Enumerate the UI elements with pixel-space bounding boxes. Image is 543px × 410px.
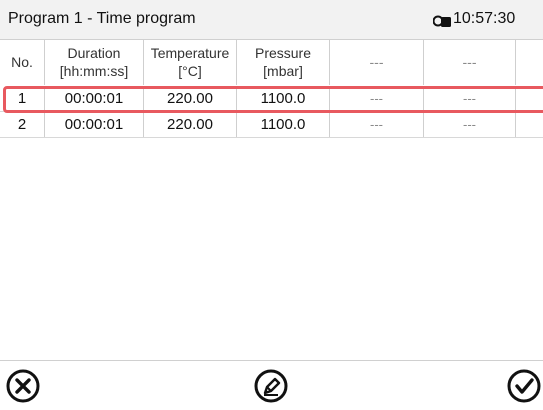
- cell-pressure[interactable]: 1100.0: [237, 113, 330, 137]
- edit-button[interactable]: [253, 368, 289, 404]
- title-bar: Program 1 - Time program 10:57:30: [0, 0, 543, 40]
- table-header: No. Duration [hh:mm:ss] Temperature [°C]…: [0, 40, 543, 85]
- cancel-icon: [6, 369, 40, 403]
- column-header-duration: Duration [hh:mm:ss]: [45, 40, 144, 85]
- column-header-pressure-label: Pressure: [254, 45, 312, 61]
- table-row[interactable]: 2 00:00:01 220.00 1100.0 --- ---: [0, 113, 543, 138]
- column-header-temperature-unit: [°C]: [178, 63, 202, 79]
- edit-icon: [254, 369, 288, 403]
- column-header-temperature-label: Temperature: [150, 45, 230, 61]
- column-header-6: ---: [424, 40, 516, 85]
- clock-time: 10:57:30: [453, 10, 516, 27]
- row-selection-highlight: [3, 86, 543, 113]
- confirm-icon: [507, 369, 541, 403]
- lock-icon: [432, 12, 451, 33]
- cell-duration[interactable]: 00:00:01: [45, 113, 144, 137]
- bottom-toolbar: [0, 360, 543, 410]
- cell-empty-5[interactable]: ---: [330, 113, 424, 137]
- program-screen: Program 1 - Time program 10:57:30 No. Du…: [0, 0, 543, 410]
- column-header-pressure-unit: [mbar]: [263, 63, 303, 79]
- column-header-pressure: Pressure [mbar]: [237, 40, 330, 85]
- column-header-5: ---: [330, 40, 424, 85]
- cell-no[interactable]: 2: [0, 113, 45, 137]
- cell-temperature[interactable]: 220.00: [144, 113, 237, 137]
- column-header-5-label: ---: [369, 54, 384, 70]
- page-title: Program 1 - Time program: [8, 10, 196, 27]
- column-header-duration-label: Duration: [67, 45, 121, 61]
- column-header-no-label: No.: [11, 54, 33, 70]
- column-header-6-label: ---: [462, 54, 477, 70]
- column-header-temperature: Temperature [°C]: [144, 40, 237, 85]
- confirm-button[interactable]: [506, 368, 542, 404]
- column-header-duration-unit: [hh:mm:ss]: [59, 63, 129, 79]
- column-header-no: No.: [0, 40, 45, 85]
- cell-empty-6[interactable]: ---: [424, 113, 516, 137]
- cancel-button[interactable]: [5, 368, 41, 404]
